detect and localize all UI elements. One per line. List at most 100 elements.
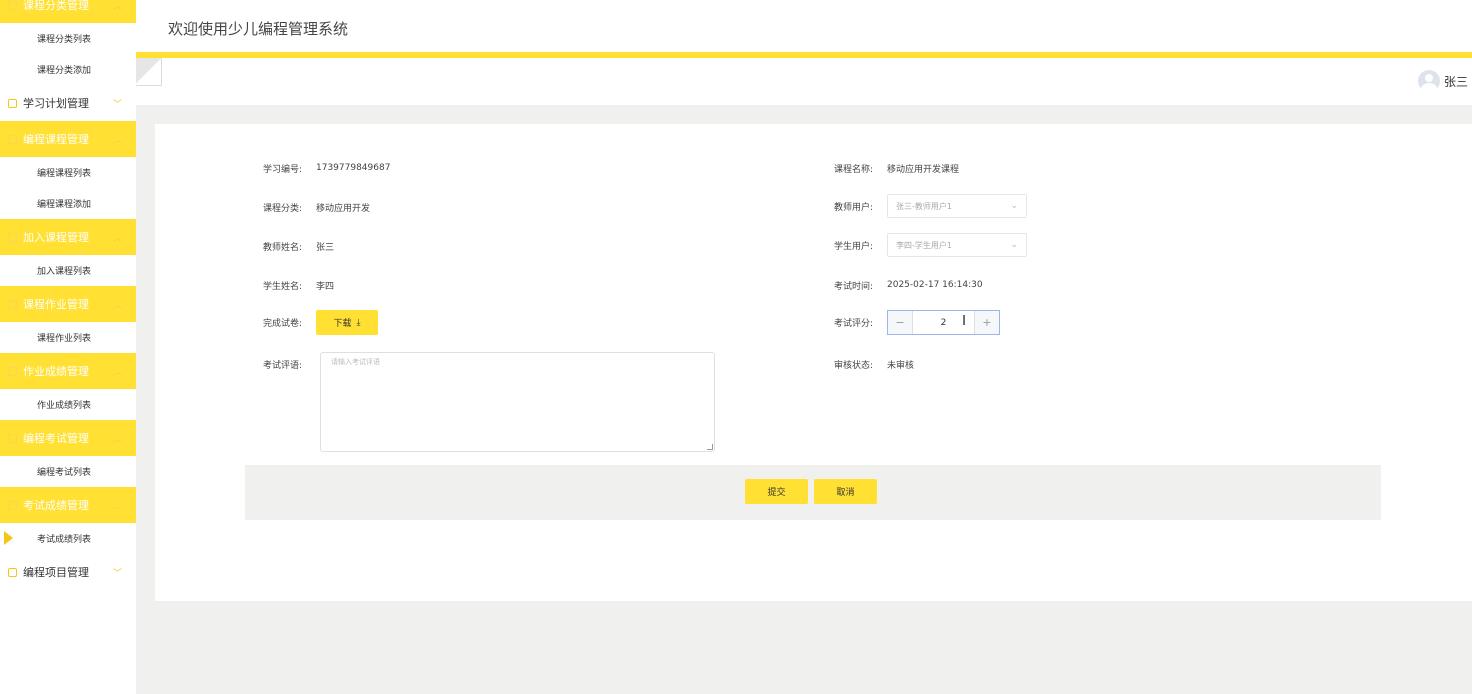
field-exam-time: 考试时间: 2025-02-17 16:14:30 (819, 277, 983, 293)
sidebar-item-label: 作业成绩列表 (37, 401, 92, 411)
chevron-down-icon: ﹀ (112, 569, 122, 579)
download-label: 下载 (333, 319, 352, 329)
sidebar-group-8[interactable]: 编程项目管理 ﹀ (0, 554, 136, 590)
field-exam-comment-label: 考试评语: (251, 356, 316, 372)
sidebar-group-5[interactable]: 作业成绩管理 ︿ (0, 353, 136, 389)
teacher-user-select[interactable]: 张三-教师用户1 ⌄ (887, 194, 1027, 218)
user-menu[interactable]: 张三 (1417, 70, 1468, 92)
increment-button[interactable]: + (974, 311, 999, 334)
field-course-name: 课程名称: 移动应用开发课程 (819, 160, 959, 176)
exam-comment-placeholder: 请输入考试评语 (331, 358, 380, 366)
value-course-name: 移动应用开发课程 (887, 164, 960, 175)
sidebar-item[interactable]: 编程考试列表 (0, 456, 136, 487)
sidebar-item[interactable]: 课程作业列表 (0, 322, 136, 353)
app-title: 欢迎使用少儿编程管理系统 (168, 20, 349, 38)
sidebar-group-0[interactable]: 课程分类管理 ︿ (0, 0, 136, 23)
value-study-no: 1739779849687 (316, 163, 391, 173)
score-stepper[interactable]: − 2 I + (887, 310, 1000, 335)
sidebar-group-label: 课程分类管理 (23, 0, 89, 12)
field-exam-score: 考试评分: − 2 I + (819, 310, 1000, 335)
label-course-category: 课程分类: (262, 203, 302, 214)
chevron-down-icon: ⌄ (1010, 201, 1018, 211)
score-input[interactable]: 2 I (913, 311, 974, 334)
folder-icon (8, 299, 17, 309)
sidebar-group-label: 学习计划管理 (23, 97, 89, 110)
sidebar-item[interactable]: 考试成绩列表 (0, 523, 136, 554)
chevron-down-icon: ﹀ (112, 100, 122, 110)
value-course-category: 移动应用开发 (316, 203, 371, 214)
chevron-up-icon: ︿ (112, 368, 122, 378)
folder-icon (8, 98, 17, 108)
sidebar-item-label: 考试成绩列表 (37, 535, 92, 545)
folder-icon (8, 366, 17, 376)
field-finished-paper: 完成试卷: 下载 ⤓ (251, 310, 378, 335)
teacher-user-selected: 张三-教师用户1 (896, 201, 952, 211)
download-icon: ⤓ (356, 317, 361, 328)
sidebar-item-label: 课程分类列表 (37, 35, 92, 45)
score-value: 2 (940, 317, 947, 328)
label-teacher-name: 教师姓名: (262, 242, 302, 253)
chevron-up-icon: ︿ (112, 136, 122, 146)
sidebar-group-label: 考试成绩管理 (23, 499, 89, 512)
label-review-status: 审核状态: (833, 360, 873, 371)
value-review-status: 未审核 (887, 360, 915, 371)
cancel-button[interactable]: 取消 (814, 479, 877, 504)
form-actions: 提交 取消 (245, 465, 1381, 520)
download-button[interactable]: 下载 ⤓ (316, 310, 378, 335)
tab-bar: 张三 (136, 58, 1472, 105)
label-finished-paper: 完成试卷: (262, 319, 302, 329)
sidebar-group-7[interactable]: 考试成绩管理 ︿ (0, 487, 136, 523)
sidebar-item-label: 加入课程列表 (37, 267, 92, 277)
label-exam-time: 考试时间: (833, 281, 873, 292)
field-student-name: 学生姓名: 李四 (251, 277, 334, 293)
field-study-no: 学习编号: 1739779849687 (251, 160, 391, 176)
exam-comment-textarea[interactable]: 请输入考试评语 (320, 352, 715, 452)
sidebar-item[interactable]: 加入课程列表 (0, 255, 136, 286)
field-teacher-user: 教师用户: 张三-教师用户1 ⌄ (819, 194, 1027, 218)
field-teacher-name: 教师姓名: 张三 (251, 238, 334, 254)
decrement-button[interactable]: − (888, 311, 913, 334)
text-cursor-icon: I (962, 314, 966, 329)
folder-icon (8, 567, 17, 577)
sidebar-item[interactable]: 课程分类添加 (0, 54, 136, 85)
user-name: 张三 (1443, 74, 1468, 89)
student-user-select[interactable]: 李四-学生用户1 ⌄ (887, 233, 1027, 257)
sidebar-item-label: 编程课程添加 (37, 200, 92, 210)
folder-icon (8, 433, 17, 443)
chevron-up-icon: ︿ (112, 502, 122, 512)
folder-icon (8, 500, 17, 510)
sidebar-group-3[interactable]: 加入课程管理 ︿ (0, 219, 136, 255)
sidebar-item-label: 编程考试列表 (37, 468, 92, 478)
folder-icon (8, 0, 17, 10)
folder-icon (8, 134, 17, 144)
sidebar-item[interactable]: 编程课程添加 (0, 188, 136, 219)
field-review-status: 审核状态: 未审核 (819, 356, 914, 372)
sidebar-group-4[interactable]: 课程作业管理 ︿ (0, 286, 136, 322)
sidebar-group-label: 加入课程管理 (23, 231, 89, 244)
label-course-name: 课程名称: (833, 164, 873, 175)
sidebar-item[interactable]: 作业成绩列表 (0, 389, 136, 420)
label-study-no: 学习编号: (262, 164, 302, 175)
resize-handle-icon[interactable] (707, 444, 713, 450)
top-header: 欢迎使用少儿编程管理系统 (136, 0, 1472, 55)
avatar-icon (1417, 70, 1440, 92)
label-exam-comment: 考试评语: (262, 360, 302, 371)
form-card: 学习编号: 1739779849687 课程名称: 移动应用开发课程 课程分类:… (155, 124, 1472, 601)
value-exam-time: 2025-02-17 16:14:30 (887, 280, 983, 290)
collapse-corner-icon[interactable] (136, 58, 162, 86)
submit-button[interactable]: 提交 (745, 479, 808, 504)
sidebar-item-label: 课程分类添加 (37, 66, 92, 76)
sidebar-group-6[interactable]: 编程考试管理 ︿ (0, 420, 136, 456)
chevron-up-icon: ︿ (112, 435, 122, 445)
sidebar-group-label: 编程考试管理 (23, 432, 89, 445)
label-exam-score: 考试评分: (833, 319, 873, 329)
sidebar-group-2[interactable]: 编程课程管理 ︿ (0, 121, 136, 157)
sidebar-item[interactable]: 编程课程列表 (0, 157, 136, 188)
sidebar: 课程分类管理 ︿ 课程分类列表 课程分类添加 学习计划管理 ﹀ 编程课程管理 ︿… (0, 0, 136, 694)
sidebar-group-1[interactable]: 学习计划管理 ﹀ (0, 85, 136, 121)
folder-icon (8, 232, 17, 242)
sidebar-item[interactable]: 课程分类列表 (0, 23, 136, 54)
chevron-up-icon: ︿ (112, 2, 122, 12)
sidebar-group-label: 编程项目管理 (23, 566, 89, 579)
chevron-down-icon: ⌄ (1010, 240, 1018, 250)
